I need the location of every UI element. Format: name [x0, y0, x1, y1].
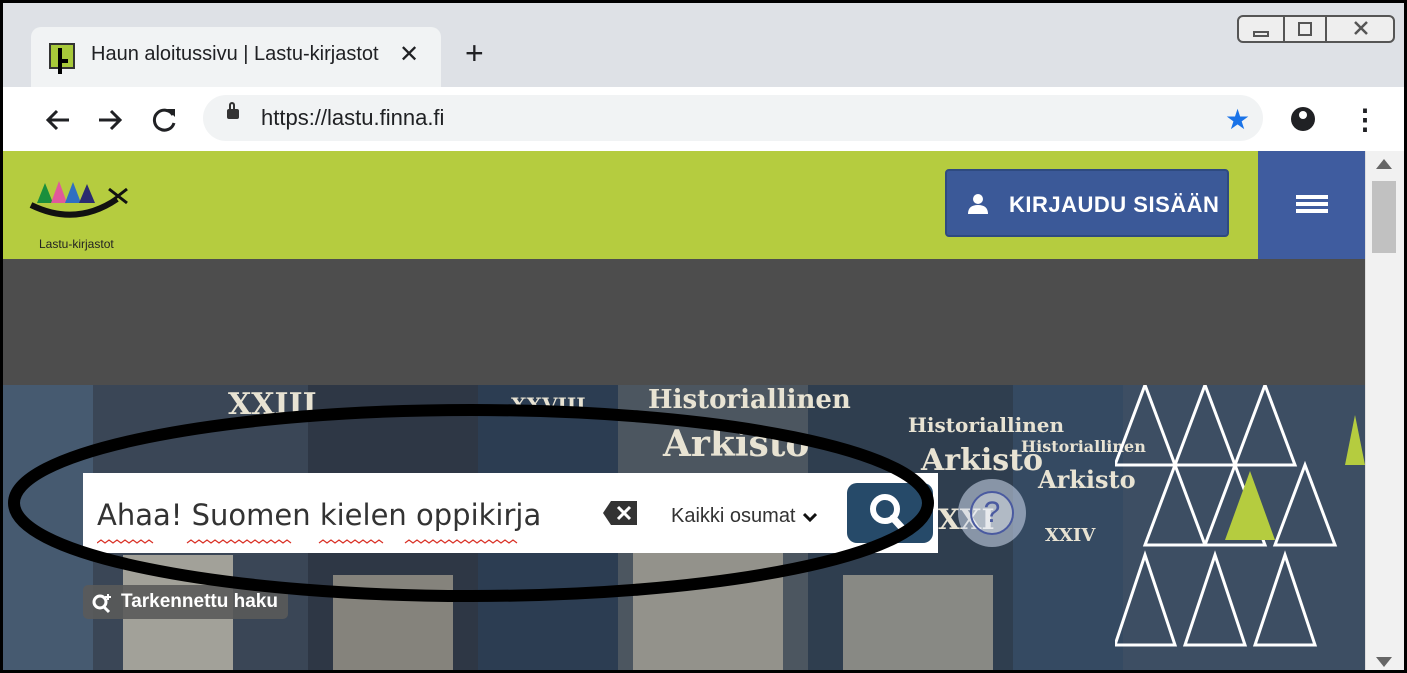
- help-button[interactable]: ?: [958, 479, 1026, 547]
- search-scope-label: Kaikki osumat: [671, 505, 796, 527]
- clear-input-icon[interactable]: [603, 501, 637, 525]
- search-scope-select[interactable]: Kaikki osumat: [671, 505, 818, 528]
- scrollbar[interactable]: [1365, 151, 1404, 670]
- menu-button[interactable]: [1258, 151, 1365, 259]
- scroll-down-icon[interactable]: [1376, 657, 1392, 667]
- header-banner: [3, 259, 1365, 385]
- browser-window: Haun aloitussivu | Lastu-kirjastot ✕ + h…: [0, 0, 1407, 673]
- profile-icon[interactable]: [1291, 107, 1315, 131]
- search-underline: [97, 539, 518, 544]
- book-spine: [3, 385, 93, 670]
- minimize-button[interactable]: [1237, 15, 1285, 43]
- search-plus-icon: [92, 594, 111, 614]
- scroll-thumb[interactable]: [1372, 181, 1396, 253]
- favicon-icon: [49, 43, 75, 69]
- logo-icon: [29, 181, 128, 218]
- url-text[interactable]: https://lastu.finna.fi: [261, 105, 444, 131]
- hero-background: XXIII XXVIII Historiallinen Arkisto Hist…: [3, 385, 1365, 670]
- book-wear: [633, 535, 783, 670]
- new-tab-button[interactable]: +: [465, 37, 484, 69]
- spine-label: XXVIII: [511, 393, 586, 417]
- search-icon: [870, 494, 907, 533]
- tab-close-icon[interactable]: ✕: [399, 40, 419, 69]
- site-logo[interactable]: Lastu-kirjastot: [21, 165, 141, 251]
- triangle-pattern: [1115, 385, 1365, 647]
- help-icon: ?: [970, 491, 1014, 535]
- reload-icon[interactable]: [149, 105, 179, 135]
- search-input[interactable]: [97, 493, 597, 537]
- spine-label: XXIII: [228, 387, 317, 422]
- tab-title: Haun aloitussivu | Lastu-kirjastot: [91, 43, 379, 65]
- maximize-button[interactable]: [1283, 15, 1327, 43]
- window-close-button[interactable]: [1325, 15, 1395, 43]
- tab-active[interactable]: Haun aloitussivu | Lastu-kirjastot ✕: [31, 27, 441, 87]
- forward-icon[interactable]: [95, 105, 125, 135]
- lock-icon: [227, 102, 239, 119]
- maximize-icon: [1298, 22, 1312, 36]
- spine-label: Historiallinen: [908, 413, 1065, 437]
- user-icon: [968, 194, 988, 214]
- book-wear: [333, 575, 453, 670]
- logo-text: Lastu-kirjastot: [39, 237, 114, 251]
- minimize-icon: [1253, 31, 1269, 37]
- browser-chrome: Haun aloitussivu | Lastu-kirjastot ✕ + h…: [3, 3, 1404, 151]
- star-icon[interactable]: ★: [1225, 103, 1250, 136]
- kebab-menu-icon[interactable]: ⋮: [1351, 103, 1379, 136]
- tab-strip: Haun aloitussivu | Lastu-kirjastot ✕ +: [3, 3, 1404, 87]
- book-wear: [843, 575, 993, 670]
- login-button[interactable]: KIRJAUDU SISÄÄN: [945, 169, 1229, 237]
- back-icon[interactable]: [43, 105, 73, 135]
- address-bar[interactable]: https://lastu.finna.fi: [203, 95, 1263, 141]
- navigation-bar: https://lastu.finna.fi ★ ⋮: [3, 87, 1404, 151]
- site-header: Lastu-kirjastot KIRJAUDU SISÄÄN: [3, 151, 1365, 259]
- advanced-search-button[interactable]: Tarkennettu haku: [83, 585, 288, 619]
- advanced-search-label: Tarkennettu haku: [121, 591, 278, 612]
- hamburger-icon: [1296, 195, 1328, 199]
- search-button[interactable]: [847, 483, 933, 543]
- spine-label: Arkisto: [663, 423, 810, 465]
- chevron-down-icon: [803, 512, 818, 522]
- spine-label: Historiallinen: [648, 385, 851, 415]
- login-label: KIRJAUDU SISÄÄN: [1009, 192, 1220, 217]
- search-box: Kaikki osumat: [83, 473, 938, 553]
- spine-label: XXIV: [1045, 525, 1096, 546]
- scroll-up-icon[interactable]: [1376, 159, 1392, 169]
- window-close-icon: [1354, 21, 1368, 35]
